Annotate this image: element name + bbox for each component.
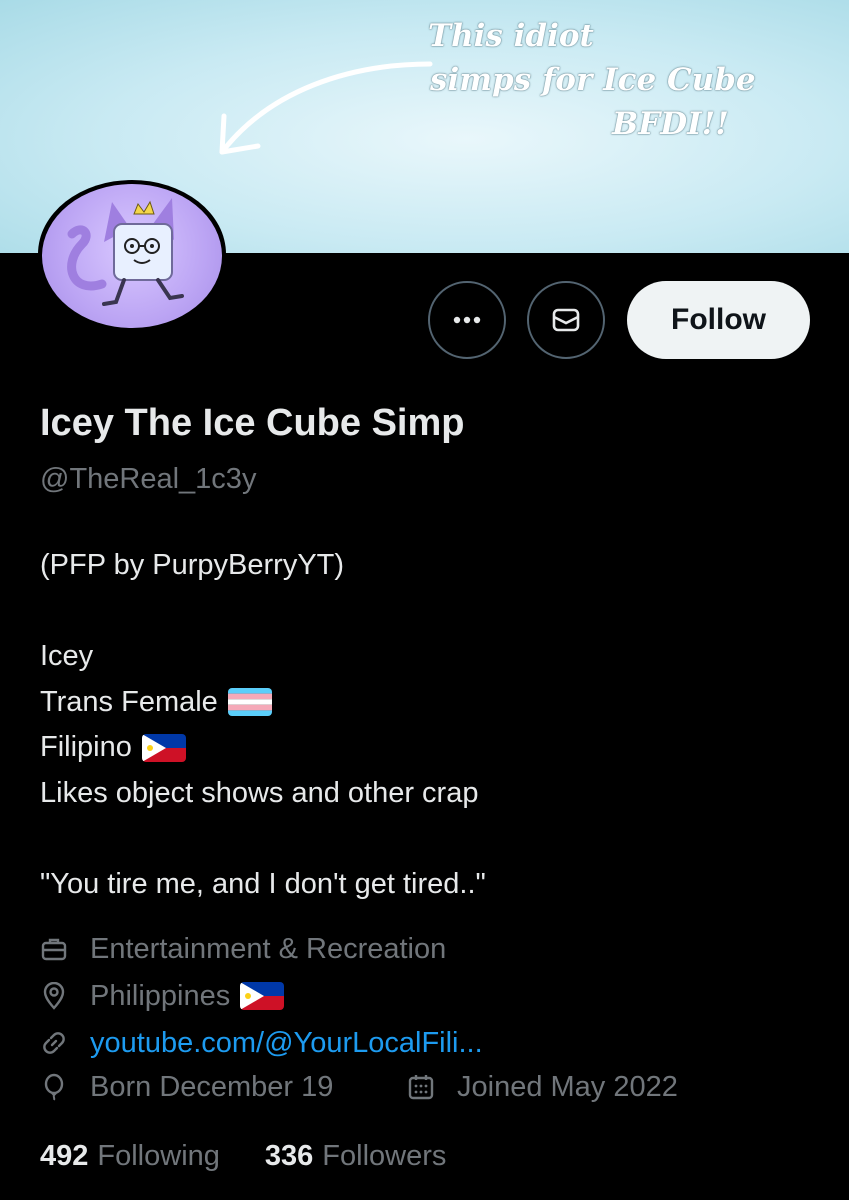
profile-avatar[interactable] (38, 180, 232, 336)
birthday-text: Born December 19 (90, 1070, 334, 1103)
following-link[interactable]: 492 Following (40, 1140, 220, 1173)
bio-spacer (40, 816, 486, 862)
bio-line: Likes object shows and other crap (40, 776, 479, 809)
arrow-doodle (219, 61, 433, 155)
philippines-flag-icon (240, 982, 285, 1010)
category-text: Entertainment & Recreation (90, 932, 447, 965)
profile-stats: 492 Following 336 Followers (40, 1140, 446, 1173)
bio-spacer (40, 589, 486, 635)
profile-category: Entertainment & Recreation (40, 928, 446, 970)
following-label: Following (97, 1140, 220, 1172)
bio-line: Icey (40, 640, 94, 672)
following-count: 492 (40, 1140, 89, 1172)
bio-line: Trans Female (40, 685, 218, 718)
balloon-icon (44, 1073, 64, 1101)
more-horizontal-icon (453, 316, 481, 324)
profile-joined-date: Joined May 2022 (407, 1066, 678, 1108)
follow-button[interactable]: Follow (627, 281, 810, 359)
followers-count: 336 (264, 1140, 314, 1172)
display-name: Icey The Ice Cube Simp (40, 402, 465, 444)
banner-note-line: simps for Ice Cube (430, 62, 756, 98)
transgender-flag-icon (227, 688, 272, 717)
location-text: Philippines (90, 979, 231, 1012)
bio-line-with-flag: Filipino (40, 725, 486, 771)
avatar-image (42, 184, 222, 328)
banner-note-line: This idiot (428, 18, 594, 54)
message-button[interactable] (527, 281, 605, 359)
user-handle: @TheReal_1c3y (40, 463, 257, 495)
briefcase-icon (41, 938, 67, 961)
bio-line: (PFP by PurpyBerryYT) (40, 549, 345, 581)
philippines-flag-icon (141, 733, 186, 762)
profile-website[interactable]: youtube.com/@YourLocalFili... (40, 1022, 483, 1064)
bio-line-with-flag: Trans Female (40, 680, 486, 726)
link-icon (43, 1032, 65, 1054)
location-pin-icon (43, 982, 65, 1010)
website-link[interactable]: youtube.com/@YourLocalFili... (90, 1027, 483, 1060)
profile-bio: (PFP by PurpyBerryYT) Icey Trans Female … (40, 543, 486, 907)
bio-line: "You tire me, and I don't get tired.." (40, 867, 486, 900)
more-options-button[interactable] (428, 281, 506, 359)
followers-label: Followers (322, 1140, 447, 1172)
banner-note-line: BFDI!! (612, 106, 729, 142)
joined-text: Joined May 2022 (457, 1070, 678, 1103)
profile-location: Philippines (40, 975, 285, 1017)
bio-line: Filipino (40, 731, 132, 763)
mail-icon (552, 308, 580, 332)
calendar-icon (408, 1075, 434, 1100)
followers-link[interactable]: 336 Followers (265, 1140, 446, 1173)
profile-birthday: Born December 19 (40, 1066, 333, 1108)
